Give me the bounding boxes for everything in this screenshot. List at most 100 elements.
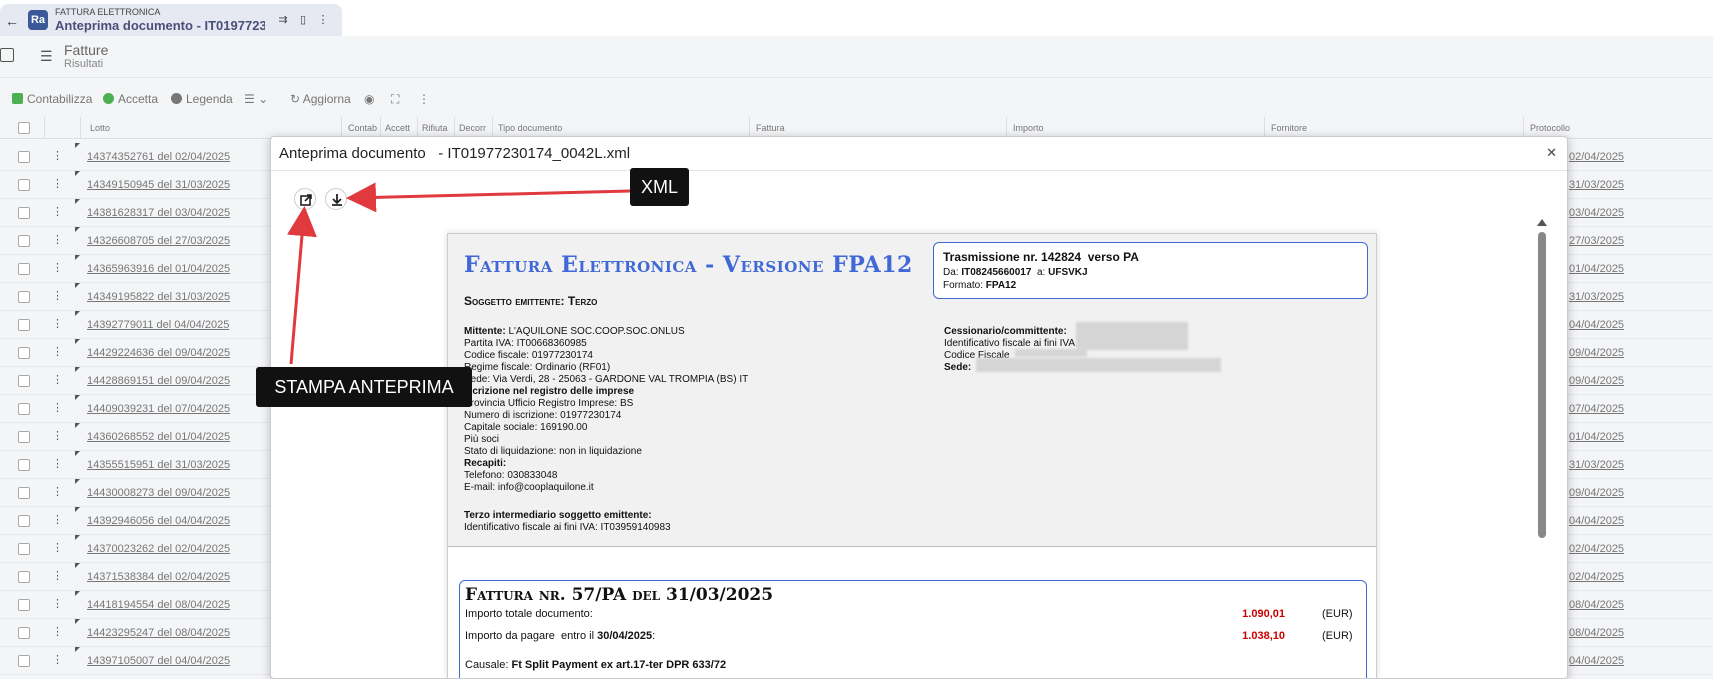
row-menu-icon[interactable]: ⋮ (52, 289, 63, 302)
protocollo-link[interactable]: 02/04/2025 (1569, 151, 1624, 163)
row-menu-icon[interactable]: ⋮ (52, 345, 63, 358)
row-menu-icon[interactable]: ⋮ (52, 653, 63, 666)
lotto-link[interactable]: 14381628317 del 03/04/2025 (87, 207, 230, 219)
protocollo-link[interactable]: 31/03/2025 (1569, 459, 1624, 471)
lotto-link[interactable]: 14355515951 del 31/03/2025 (87, 459, 230, 471)
protocollo-link[interactable]: 09/04/2025 (1569, 487, 1624, 499)
lotto-link[interactable]: 14370023262 del 02/04/2025 (87, 543, 230, 555)
row-menu-icon[interactable]: ⋮ (52, 261, 63, 274)
more-vert-icon[interactable]: ⋮ (316, 13, 330, 27)
preview-scrollbar[interactable] (1537, 219, 1547, 678)
col-fattura[interactable]: Fattura (756, 123, 785, 133)
row-menu-icon[interactable]: ⋮ (52, 317, 63, 330)
row-menu-icon[interactable]: ⋮ (52, 569, 63, 582)
protocollo-link[interactable]: 08/04/2025 (1569, 599, 1624, 611)
protocollo-link[interactable]: 03/04/2025 (1569, 207, 1624, 219)
protocollo-link[interactable]: 01/04/2025 (1569, 263, 1624, 275)
row-checkbox[interactable] (18, 375, 30, 387)
row-menu-icon[interactable]: ⋮ (52, 513, 63, 526)
lotto-link[interactable]: 14392779011 del 04/04/2025 (87, 319, 229, 331)
col-fornitore[interactable]: Fornitore (1271, 123, 1307, 133)
row-menu-icon[interactable]: ⋮ (52, 485, 63, 498)
row-checkbox[interactable] (18, 319, 30, 331)
sync-icon[interactable]: ⇉ (276, 13, 290, 27)
col-protocollo[interactable]: Protocollo (1530, 123, 1570, 133)
row-checkbox[interactable] (18, 179, 30, 191)
row-checkbox[interactable] (18, 403, 30, 415)
lotto-link[interactable]: 14326608705 del 27/03/2025 (87, 235, 230, 247)
protocollo-link[interactable]: 02/04/2025 (1569, 571, 1624, 583)
accetta-button[interactable]: Accetta (103, 92, 158, 106)
protocollo-link[interactable]: 04/04/2025 (1569, 319, 1624, 331)
row-checkbox[interactable] (18, 487, 30, 499)
row-menu-icon[interactable]: ⋮ (52, 205, 63, 218)
row-checkbox[interactable] (18, 291, 30, 303)
bookmark-icon[interactable]: ▯ (296, 13, 310, 27)
row-checkbox[interactable] (18, 543, 30, 555)
row-checkbox[interactable] (18, 515, 30, 527)
protocollo-link[interactable]: 04/04/2025 (1569, 655, 1624, 667)
scroll-up-arrow-icon[interactable] (1537, 219, 1547, 226)
protocollo-link[interactable]: 09/04/2025 (1569, 347, 1624, 359)
col-decorr[interactable]: Decorr (459, 123, 491, 133)
col-importo[interactable]: Importo (1013, 123, 1044, 133)
lotto-link[interactable]: 14428869151 del 09/04/2025 (87, 375, 230, 387)
protocollo-link[interactable]: 27/03/2025 (1569, 235, 1624, 247)
row-menu-icon[interactable]: ⋮ (52, 429, 63, 442)
sidebar-toggle-icon[interactable] (0, 48, 14, 62)
lotto-link[interactable]: 14349195822 del 31/03/2025 (87, 291, 230, 303)
row-menu-icon[interactable]: ⋮ (52, 597, 63, 610)
protocollo-link[interactable]: 09/04/2025 (1569, 375, 1624, 387)
lotto-link[interactable]: 14418194554 del 08/04/2025 (87, 599, 230, 611)
row-menu-icon[interactable]: ⋮ (52, 625, 63, 638)
lotto-link[interactable]: 14374352761 del 02/04/2025 (87, 151, 230, 163)
scroll-thumb[interactable] (1538, 232, 1546, 538)
lotto-link[interactable]: 14429224636 del 09/04/2025 (87, 347, 230, 359)
more-vert-icon[interactable]: ⋮ (418, 92, 430, 106)
row-checkbox[interactable] (18, 207, 30, 219)
lotto-link[interactable]: 14365963916 del 01/04/2025 (87, 263, 230, 275)
protocollo-link[interactable]: 01/04/2025 (1569, 431, 1624, 443)
eye-icon[interactable]: ◉ (364, 92, 374, 106)
row-checkbox[interactable] (18, 627, 30, 639)
lotto-link[interactable]: 14349150945 del 31/03/2025 (87, 179, 230, 191)
browser-tab[interactable]: ← Ra FATTURA ELETTRONICA Anteprima docum… (0, 4, 342, 36)
row-menu-icon[interactable]: ⋮ (52, 457, 63, 470)
col-contab[interactable]: Contab (348, 123, 378, 133)
lotto-link[interactable]: 14371538384 del 02/04/2025 (87, 571, 230, 583)
protocollo-link[interactable]: 07/04/2025 (1569, 403, 1624, 415)
row-checkbox[interactable] (18, 599, 30, 611)
col-lotto[interactable]: Lotto (90, 123, 110, 133)
download-button[interactable] (325, 188, 347, 210)
protocollo-link[interactable]: 31/03/2025 (1569, 291, 1624, 303)
menu-dropdown-button[interactable]: ☰ ⌄ (244, 92, 268, 106)
back-arrow-icon[interactable]: ← (4, 13, 20, 29)
list-icon[interactable]: ☰ (40, 48, 53, 65)
row-menu-icon[interactable]: ⋮ (52, 541, 63, 554)
row-checkbox[interactable] (18, 235, 30, 247)
lotto-link[interactable]: 14392946056 del 04/04/2025 (87, 515, 230, 527)
row-checkbox[interactable] (18, 655, 30, 667)
lotto-link[interactable]: 14397105007 del 04/04/2025 (87, 655, 230, 667)
fullscreen-icon[interactable]: ⛶ (391, 92, 399, 107)
open-external-button[interactable] (294, 188, 316, 210)
protocollo-link[interactable]: 02/04/2025 (1569, 543, 1624, 555)
row-menu-icon[interactable]: ⋮ (52, 149, 63, 162)
lotto-link[interactable]: 14423295247 del 08/04/2025 (87, 627, 230, 639)
select-all-checkbox[interactable] (18, 122, 30, 134)
row-checkbox[interactable] (18, 571, 30, 583)
row-checkbox[interactable] (18, 431, 30, 443)
protocollo-link[interactable]: 08/04/2025 (1569, 627, 1624, 639)
row-menu-icon[interactable]: ⋮ (52, 373, 63, 386)
row-checkbox[interactable] (18, 151, 30, 163)
row-menu-icon[interactable]: ⋮ (52, 401, 63, 414)
col-accett[interactable]: Accett (385, 123, 415, 133)
lotto-link[interactable]: 14360268552 del 01/04/2025 (87, 431, 230, 443)
row-checkbox[interactable] (18, 459, 30, 471)
lotto-link[interactable]: 14430008273 del 09/04/2025 (87, 487, 230, 499)
legenda-button[interactable]: Legenda (171, 92, 233, 106)
close-icon[interactable]: ✕ (1546, 145, 1557, 161)
protocollo-link[interactable]: 31/03/2025 (1569, 179, 1624, 191)
contabilizza-button[interactable]: Contabilizza (12, 92, 92, 106)
row-checkbox[interactable] (18, 347, 30, 359)
